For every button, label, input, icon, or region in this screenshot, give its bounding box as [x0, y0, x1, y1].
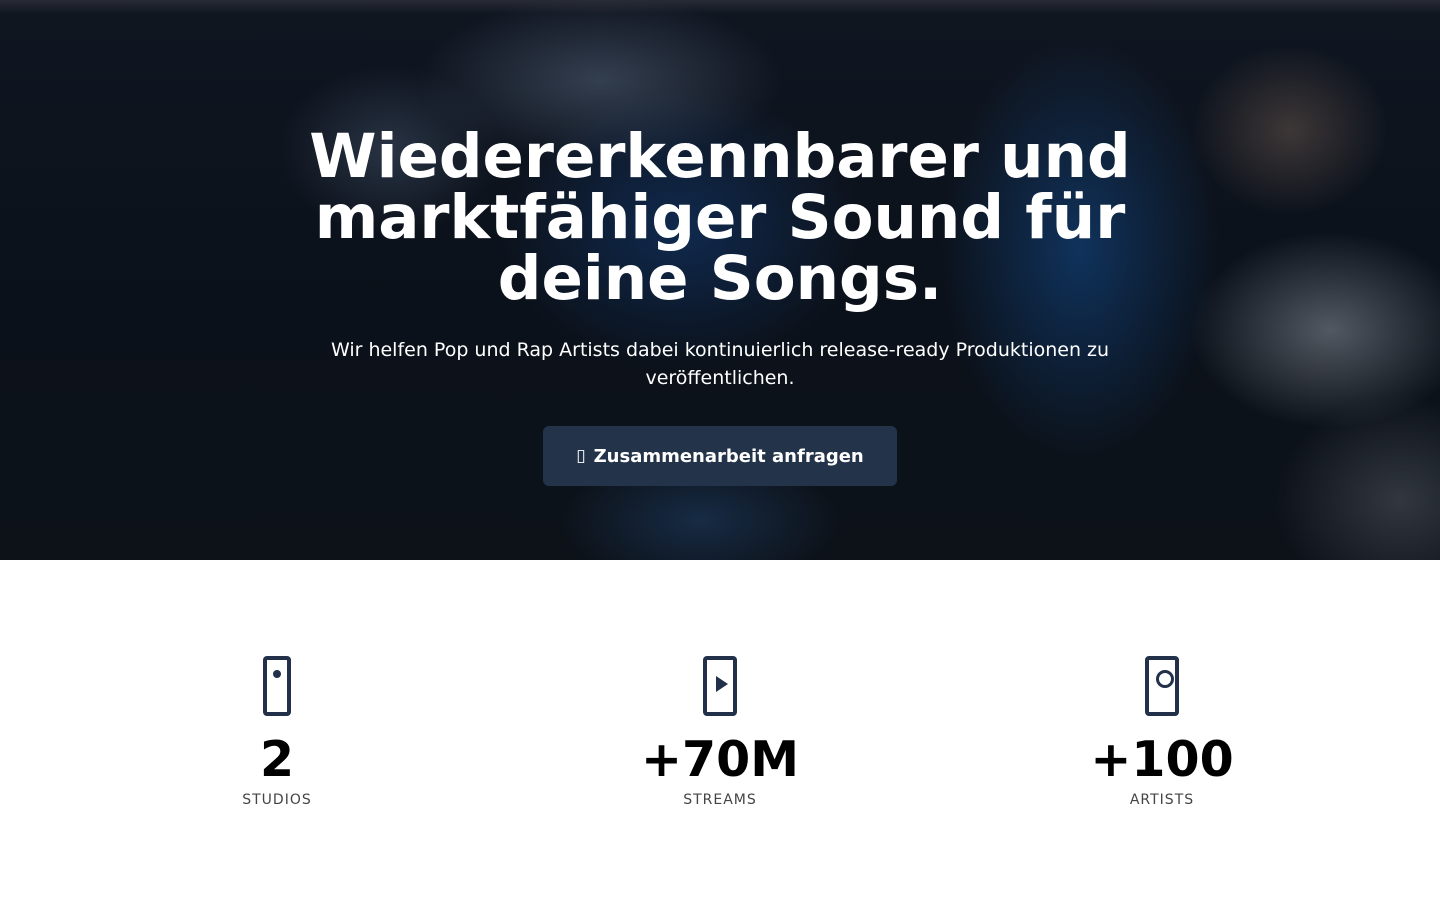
stat-value: +70M: [640, 731, 799, 788]
request-collaboration-button[interactable]: ▯ Zusammenarbeit anfragen: [543, 426, 897, 486]
streams-icon: [703, 656, 737, 716]
hero-section: Wiedererkennbarer und marktfähiger Sound…: [0, 0, 1440, 560]
stat-label: STREAMS: [683, 792, 757, 808]
stat-label: STUDIOS: [242, 792, 312, 808]
hero-subtitle: Wir helfen Pop und Rap Artists dabei kon…: [330, 339, 1110, 389]
stat-label: ARTISTS: [1129, 792, 1195, 808]
stat-studios: 2 STUDIOS: [127, 648, 427, 808]
studio-icon: [263, 656, 291, 716]
cta-label: Zusammenarbeit anfragen: [593, 445, 864, 467]
stat-artists: +100 ARTISTS: [1012, 648, 1312, 808]
hero-content: Wiedererkennbarer und marktfähiger Sound…: [0, 126, 1440, 486]
stat-value: 2: [259, 731, 295, 788]
hero-title: Wiedererkennbarer und marktfähiger Sound…: [309, 121, 1131, 314]
calendar-icon: ▯: [576, 446, 586, 466]
stat-value: +100: [1090, 731, 1234, 788]
artists-icon: [1145, 656, 1179, 716]
stat-streams: +70M STREAMS: [570, 648, 870, 808]
stats-section: 2 STUDIOS +70M STREAMS +100 ARTISTS: [0, 560, 1440, 900]
